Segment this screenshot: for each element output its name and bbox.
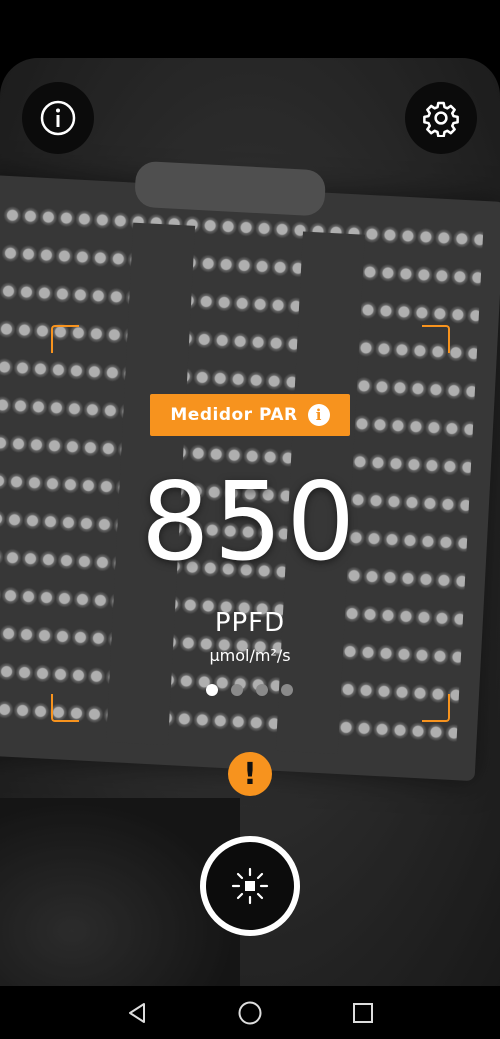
page-dot[interactable] xyxy=(231,684,243,696)
nav-home-button[interactable] xyxy=(230,993,270,1033)
ppfd-reading: 850 xyxy=(140,460,360,585)
frame-corner-top-left xyxy=(51,325,79,353)
status-bar xyxy=(0,0,500,58)
unit-detail: μmol/m²/s xyxy=(209,646,291,665)
unit-label: PPFD xyxy=(214,608,286,638)
frame-corner-bottom-right xyxy=(422,694,450,722)
system-nav-bar xyxy=(0,986,500,1039)
light-sun-icon xyxy=(231,867,269,905)
page-dot[interactable] xyxy=(206,684,218,696)
triangle-back-icon xyxy=(128,1002,145,1023)
mode-label: Medidor PAR xyxy=(170,405,298,425)
gear-icon xyxy=(423,101,459,137)
page-dot[interactable] xyxy=(281,684,293,696)
frame-corner-top-right xyxy=(422,325,450,353)
capture-button[interactable] xyxy=(200,836,300,936)
nav-back-button[interactable] xyxy=(117,993,157,1033)
frame-corner-bottom-left xyxy=(51,694,79,722)
warning-button[interactable]: ! xyxy=(228,752,272,796)
info-button[interactable] xyxy=(22,82,94,154)
info-circle-icon xyxy=(40,100,76,136)
mode-selector-badge[interactable]: Medidor PAR i xyxy=(150,394,350,436)
page-indicator[interactable] xyxy=(206,684,293,696)
nav-recents-button[interactable] xyxy=(343,993,383,1033)
settings-button[interactable] xyxy=(405,82,477,154)
circle-home-icon xyxy=(238,1001,262,1024)
mode-info-icon[interactable]: i xyxy=(307,404,330,426)
page-dot[interactable] xyxy=(256,684,268,696)
square-recents-icon xyxy=(353,1002,374,1023)
